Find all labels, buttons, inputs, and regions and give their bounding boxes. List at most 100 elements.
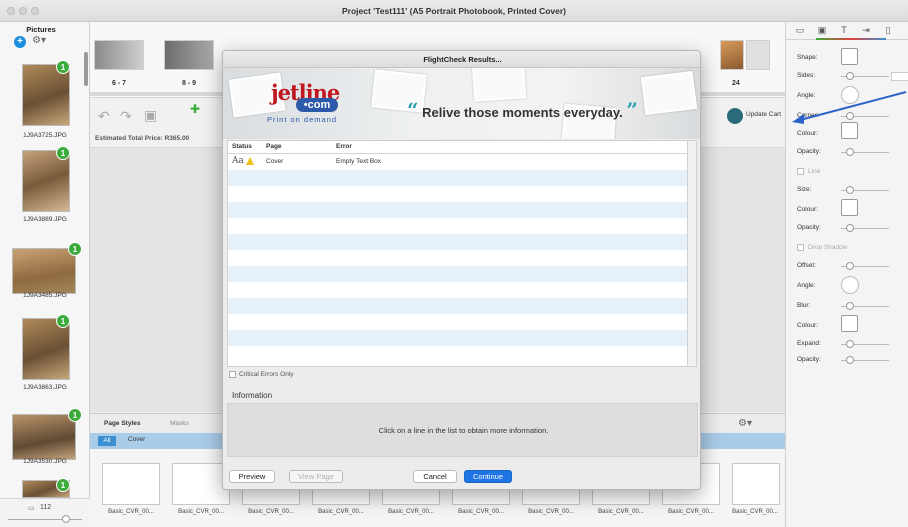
shape-picker[interactable] — [841, 48, 858, 65]
page-style-label: Basic_CVR_00... — [178, 509, 224, 515]
critical-errors-checkbox[interactable] — [229, 371, 236, 378]
window-titlebar: Project 'Test111' (A5 Portrait Photobook… — [0, 0, 908, 22]
estimated-price: Estimated Total Price: R365.00 — [95, 135, 190, 142]
pictures-footer: ▭ 112 — [0, 498, 90, 527]
colour-label: Colour: — [797, 130, 818, 137]
continue-button[interactable]: Continue — [464, 470, 512, 483]
sides-value[interactable] — [891, 72, 908, 81]
table-row — [228, 346, 689, 362]
image-tab-icon[interactable]: ▣ — [816, 25, 828, 37]
information-title: Information — [232, 391, 273, 400]
usage-count-badge: 1 — [68, 408, 82, 422]
photo-filename: 1J9A3485.JPG — [23, 292, 67, 299]
jetline-logo-com: •com — [296, 98, 338, 112]
size-label: Size: — [797, 186, 812, 193]
page-spread-thumb[interactable] — [746, 40, 770, 70]
table-row — [228, 202, 689, 218]
line-colour-label: Colour: — [797, 206, 818, 213]
line-colour-swatch[interactable] — [841, 199, 858, 216]
offset-slider-knob[interactable] — [846, 262, 854, 270]
pictures-panel: Pictures + ⚙▾ 1 1J9A3725.JPG 1 1J9A3889.… — [0, 22, 90, 527]
undo-icon[interactable]: ↶ — [98, 108, 110, 125]
text-tab-icon[interactable]: T — [838, 25, 850, 37]
column-status[interactable]: Status — [232, 143, 252, 150]
shape-label: Shape: — [797, 54, 818, 61]
filter-all[interactable]: All — [98, 436, 116, 446]
table-row — [228, 250, 689, 266]
expand-slider-knob[interactable] — [846, 340, 854, 348]
open-quote-icon: “ — [407, 98, 419, 122]
page-style-label: Basic_CVR_00... — [318, 509, 364, 515]
spacing-tab-icon[interactable]: ⇥ — [860, 25, 872, 37]
window-title: Project 'Test111' (A5 Portrait Photobook… — [342, 6, 566, 16]
shadow-colour-swatch[interactable] — [841, 315, 858, 332]
table-row — [228, 234, 689, 250]
tab-indicator — [816, 38, 886, 40]
thumb-size-slider[interactable] — [8, 519, 82, 520]
cart-icon[interactable] — [727, 108, 743, 124]
pictures-title: Pictures — [26, 25, 56, 34]
view-page-button[interactable]: View Page — [289, 470, 343, 483]
table-row — [228, 298, 689, 314]
page-style-thumb[interactable] — [732, 463, 780, 505]
page-tab-icon[interactable]: ▯ — [882, 25, 894, 37]
page-spread-thumb[interactable] — [164, 40, 214, 70]
update-cart-button[interactable]: Update Cart — [746, 111, 781, 118]
tab-masks[interactable]: Masks — [170, 420, 189, 427]
preview-button[interactable]: Preview — [229, 470, 275, 483]
column-error[interactable]: Error — [336, 143, 352, 150]
information-box: Click on a line in the list to obtain mo… — [227, 403, 698, 457]
error-list[interactable]: Status Page Error Aa Cover Empty Text Bo… — [227, 140, 690, 367]
shadow-angle-dial[interactable] — [841, 276, 859, 294]
table-row — [228, 282, 689, 298]
styles-gear-icon[interactable]: ⚙▾ — [738, 418, 752, 429]
sides-slider-knob[interactable] — [846, 72, 854, 80]
thumb-size-slider-knob[interactable] — [62, 515, 70, 523]
column-page[interactable]: Page — [266, 143, 282, 150]
table-row — [228, 186, 689, 202]
dialog-title: FlightCheck Results... — [223, 51, 700, 68]
cancel-button[interactable]: Cancel — [413, 470, 457, 483]
line-checkbox[interactable] — [797, 168, 804, 175]
jetline-logo-subtitle: Print on demand — [267, 115, 338, 124]
blur-slider-knob[interactable] — [846, 302, 854, 310]
warning-icon — [246, 157, 254, 165]
opacity-slider-knob[interactable] — [846, 148, 854, 156]
tab-page-styles[interactable]: Page Styles — [104, 420, 141, 427]
line-label: Line — [808, 168, 821, 175]
page-style-thumb[interactable] — [102, 463, 160, 505]
page-style-label: Basic_CVR_00... — [668, 509, 714, 515]
inspector-tabs: ▭ ▣ T ⇥ ▯ — [786, 22, 908, 40]
table-row — [228, 170, 689, 186]
page-style-label: Basic_CVR_00... — [248, 509, 294, 515]
error-list-scrollbar[interactable] — [687, 140, 697, 367]
redo-icon[interactable]: ↷ — [120, 108, 132, 125]
drop-shadow-checkbox[interactable] — [797, 244, 804, 251]
table-row[interactable]: Aa Cover Empty Text Box — [228, 154, 689, 170]
add-page-icon[interactable]: ✚ — [190, 102, 200, 116]
usage-count-badge: 1 — [56, 60, 70, 74]
page-style-label: Basic_CVR_00... — [528, 509, 574, 515]
shadow-opacity-slider-knob[interactable] — [846, 356, 854, 364]
page-style-label: Basic_CVR_00... — [732, 509, 778, 515]
usage-count-badge: 1 — [56, 314, 70, 328]
row-error: Empty Text Box — [336, 158, 382, 165]
critical-errors-label: Critical Errors Only — [239, 371, 294, 378]
photo-filename: 1J9A3725.JPG — [23, 132, 67, 139]
page-spread-thumb[interactable] — [720, 40, 744, 70]
add-pictures-button[interactable]: + — [14, 36, 26, 48]
frame-tab-icon[interactable]: ▭ — [794, 25, 806, 37]
pictures-scrollbar[interactable] — [84, 52, 88, 86]
photo-thumb[interactable] — [12, 248, 76, 294]
spread-label: 6 - 7 — [112, 80, 127, 87]
filter-cover[interactable]: Cover — [128, 436, 145, 443]
line-opacity-slider-knob[interactable] — [846, 224, 854, 232]
drop-shadow-label: Drop Shadow — [808, 244, 848, 251]
photo-thumb[interactable] — [12, 414, 76, 460]
save-icon[interactable]: ▣ — [144, 107, 157, 124]
table-row — [228, 266, 689, 282]
pictures-gear-icon[interactable]: ⚙▾ — [32, 35, 46, 46]
blur-label: Blur: — [797, 302, 811, 309]
size-slider-knob[interactable] — [846, 186, 854, 194]
page-spread-thumb[interactable] — [94, 40, 144, 70]
